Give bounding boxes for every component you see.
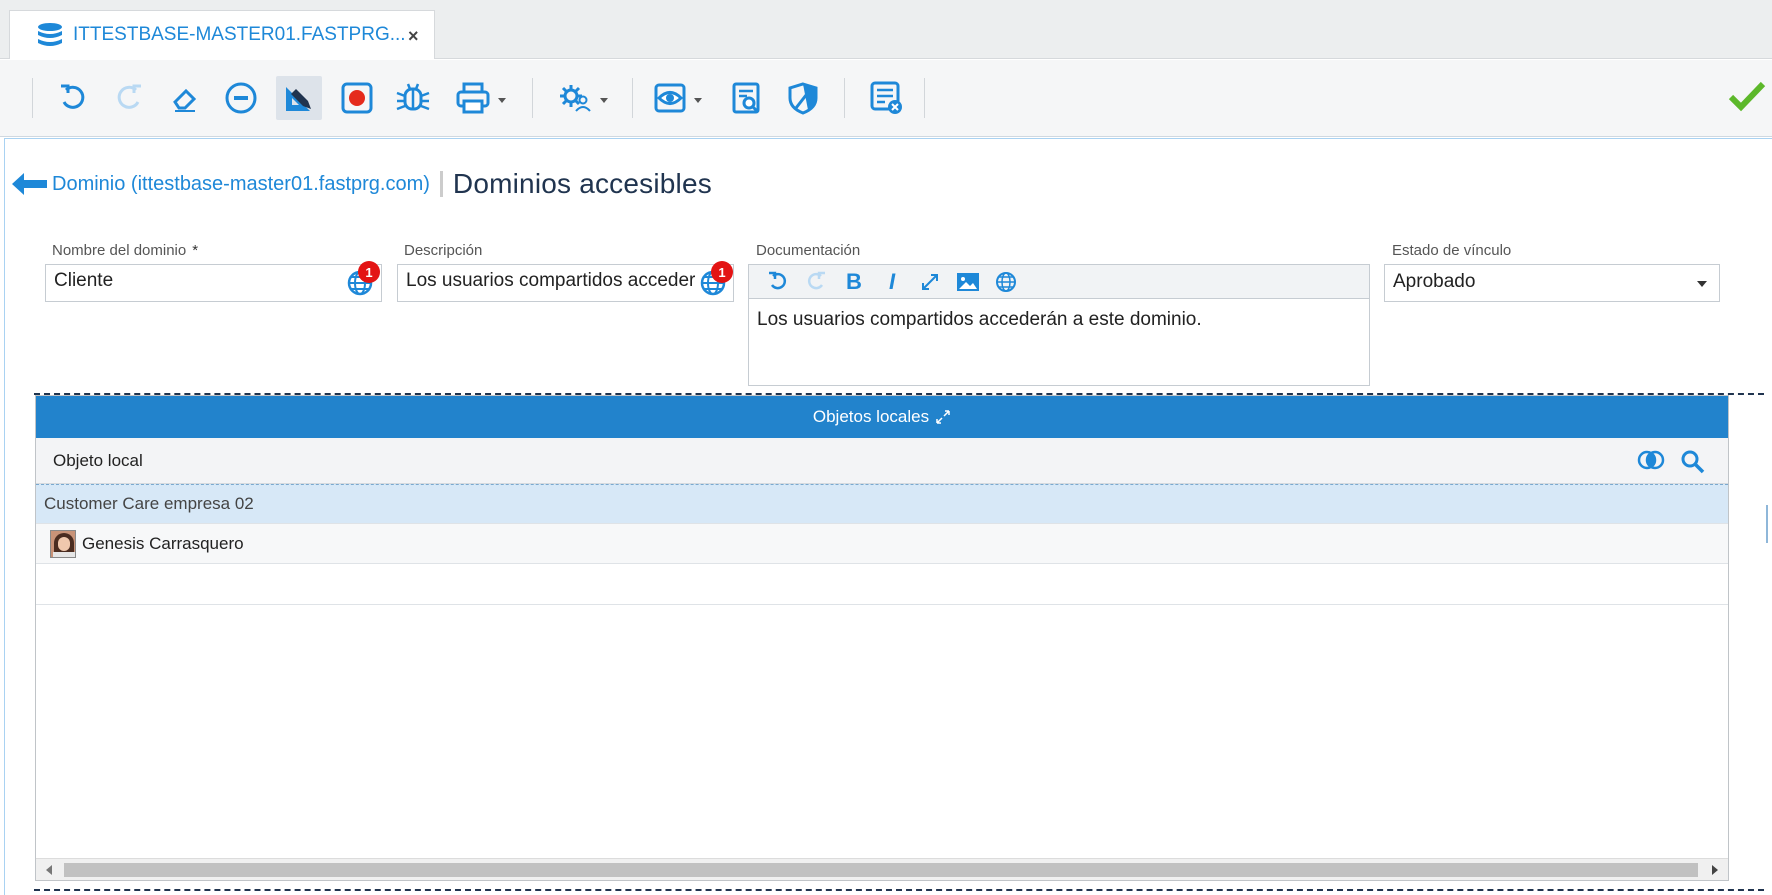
remove-button[interactable] — [218, 76, 264, 120]
doc-translate-button[interactable] — [993, 269, 1019, 295]
toolbar-separator — [32, 78, 33, 118]
settings-user-icon — [560, 85, 591, 112]
group-row[interactable]: Customer Care empresa 02 — [36, 484, 1728, 524]
tab-close-button[interactable]: × — [408, 26, 419, 47]
toolbar-separator — [844, 78, 845, 118]
documentation-toolbar: B I — [749, 265, 1369, 299]
undo-icon — [769, 271, 787, 289]
insert-image-button[interactable] — [955, 269, 981, 295]
link-status-value: Aprobado — [1393, 271, 1476, 292]
doc-undo-button[interactable] — [765, 269, 791, 295]
fullscreen-button[interactable] — [917, 269, 943, 295]
name-notification-badge: 1 — [358, 261, 380, 283]
document-tab[interactable]: ITTESTBASE-MASTER01.FASTPRG... × — [9, 10, 435, 59]
globe-icon — [996, 271, 1016, 292]
settings-dropdown-caret — [600, 98, 608, 103]
design-mode-button[interactable] — [276, 76, 322, 120]
documentation-text: Los usuarios compartidos accederán a est… — [757, 309, 1202, 330]
toggle-view-icon[interactable] — [1636, 449, 1666, 471]
database-icon — [38, 23, 62, 46]
back-arrow-icon[interactable] — [10, 171, 48, 197]
scroll-left-icon[interactable] — [46, 865, 52, 875]
toolbar-separator — [632, 78, 633, 118]
scroll-right-icon[interactable] — [1712, 865, 1718, 875]
section-border-bottom — [34, 889, 1764, 891]
link-status-label: Estado de vínculo — [1392, 242, 1512, 259]
minus-circle-icon — [225, 82, 257, 114]
breadcrumb-separator — [439, 171, 443, 197]
column-title: Objeto local — [53, 450, 143, 470]
column-header[interactable]: Objeto local — [36, 438, 1728, 484]
domain-name-label-text: Nombre del dominio — [52, 242, 187, 259]
group-label: Customer Care empresa 02 — [44, 494, 254, 513]
breadcrumb-parent-link[interactable]: Dominio (ittestbase-master01.fastprg.com… — [52, 173, 430, 196]
tab-title: ITTESTBASE-MASTER01.FASTPRG... — [73, 24, 406, 45]
check-icon[interactable] — [1728, 80, 1766, 112]
eraser-button[interactable] — [162, 76, 208, 120]
shield-icon — [788, 82, 818, 115]
avatar — [50, 529, 76, 558]
eraser-icon — [173, 88, 197, 112]
chevron-down-icon — [1697, 281, 1707, 287]
view-button[interactable] — [648, 76, 702, 120]
local-objects-panel: Objetos locales Objeto local Customer Ca… — [35, 395, 1729, 881]
empty-row — [36, 564, 1728, 605]
list-delete-icon — [870, 81, 902, 114]
scrollbar-thumb[interactable] — [64, 863, 1698, 877]
link-status-select[interactable]: Aprobado — [1384, 264, 1720, 302]
table-row[interactable]: Genesis Carrasquero — [36, 524, 1728, 564]
toolbar-separator — [532, 78, 533, 118]
required-marker: * — [192, 242, 199, 259]
horizontal-scrollbar[interactable] — [36, 858, 1728, 880]
undo-icon — [61, 84, 85, 109]
redo-icon — [117, 84, 141, 109]
row-label: Genesis Carrasquero — [82, 533, 244, 553]
print-icon — [456, 82, 490, 114]
debug-button[interactable] — [390, 76, 436, 120]
record-icon — [341, 82, 373, 114]
document-search-button[interactable] — [724, 76, 770, 120]
undo-button[interactable] — [50, 76, 96, 120]
settings-user-button[interactable] — [552, 76, 608, 120]
redo-button[interactable] — [106, 76, 152, 120]
documentation-label: Documentación — [756, 242, 861, 259]
breadcrumb: Dominio (ittestbase-master01.fastprg.com… — [10, 168, 712, 200]
expand-icon — [922, 273, 938, 290]
view-dropdown-caret — [694, 98, 702, 103]
domain-name-input[interactable]: Cliente — [45, 264, 382, 302]
print-button[interactable] — [450, 76, 506, 120]
bold-button[interactable]: B — [841, 269, 867, 295]
search-icon[interactable] — [1680, 449, 1706, 475]
bug-icon — [396, 83, 430, 111]
italic-button[interactable]: I — [879, 269, 905, 295]
main-toolbar — [0, 60, 1772, 137]
tab-bar: ITTESTBASE-MASTER01.FASTPRG... × — [0, 0, 1772, 59]
document-search-icon — [732, 82, 760, 114]
toolbar-separator — [924, 78, 925, 118]
documentation-editor[interactable]: B I Los usuarios compartidos accederán a… — [748, 264, 1370, 386]
description-label: Descripción — [404, 242, 483, 259]
domain-name-value: Cliente — [54, 270, 114, 291]
description-value: Los usuarios compartidos acceder — [406, 270, 696, 291]
resize-handle[interactable] — [1766, 505, 1768, 543]
description-input[interactable]: Los usuarios compartidos acceder — [397, 264, 734, 302]
description-notification-badge: 1 — [711, 261, 733, 283]
image-icon — [957, 272, 979, 291]
doc-redo-button[interactable] — [803, 269, 829, 295]
panel-title: Objetos locales — [812, 407, 930, 426]
domain-name-label: Nombre del dominio * — [52, 242, 198, 259]
panel-header: Objetos locales — [36, 396, 1728, 438]
record-button[interactable] — [334, 76, 380, 120]
page-title: Dominios accesibles — [452, 168, 712, 199]
expand-icon[interactable] — [935, 409, 951, 425]
print-dropdown-caret — [498, 98, 506, 103]
list-delete-button[interactable] — [864, 76, 910, 120]
redo-icon — [807, 271, 825, 289]
view-icon — [654, 83, 686, 113]
design-mode-icon — [286, 87, 311, 111]
security-button[interactable] — [780, 76, 826, 120]
